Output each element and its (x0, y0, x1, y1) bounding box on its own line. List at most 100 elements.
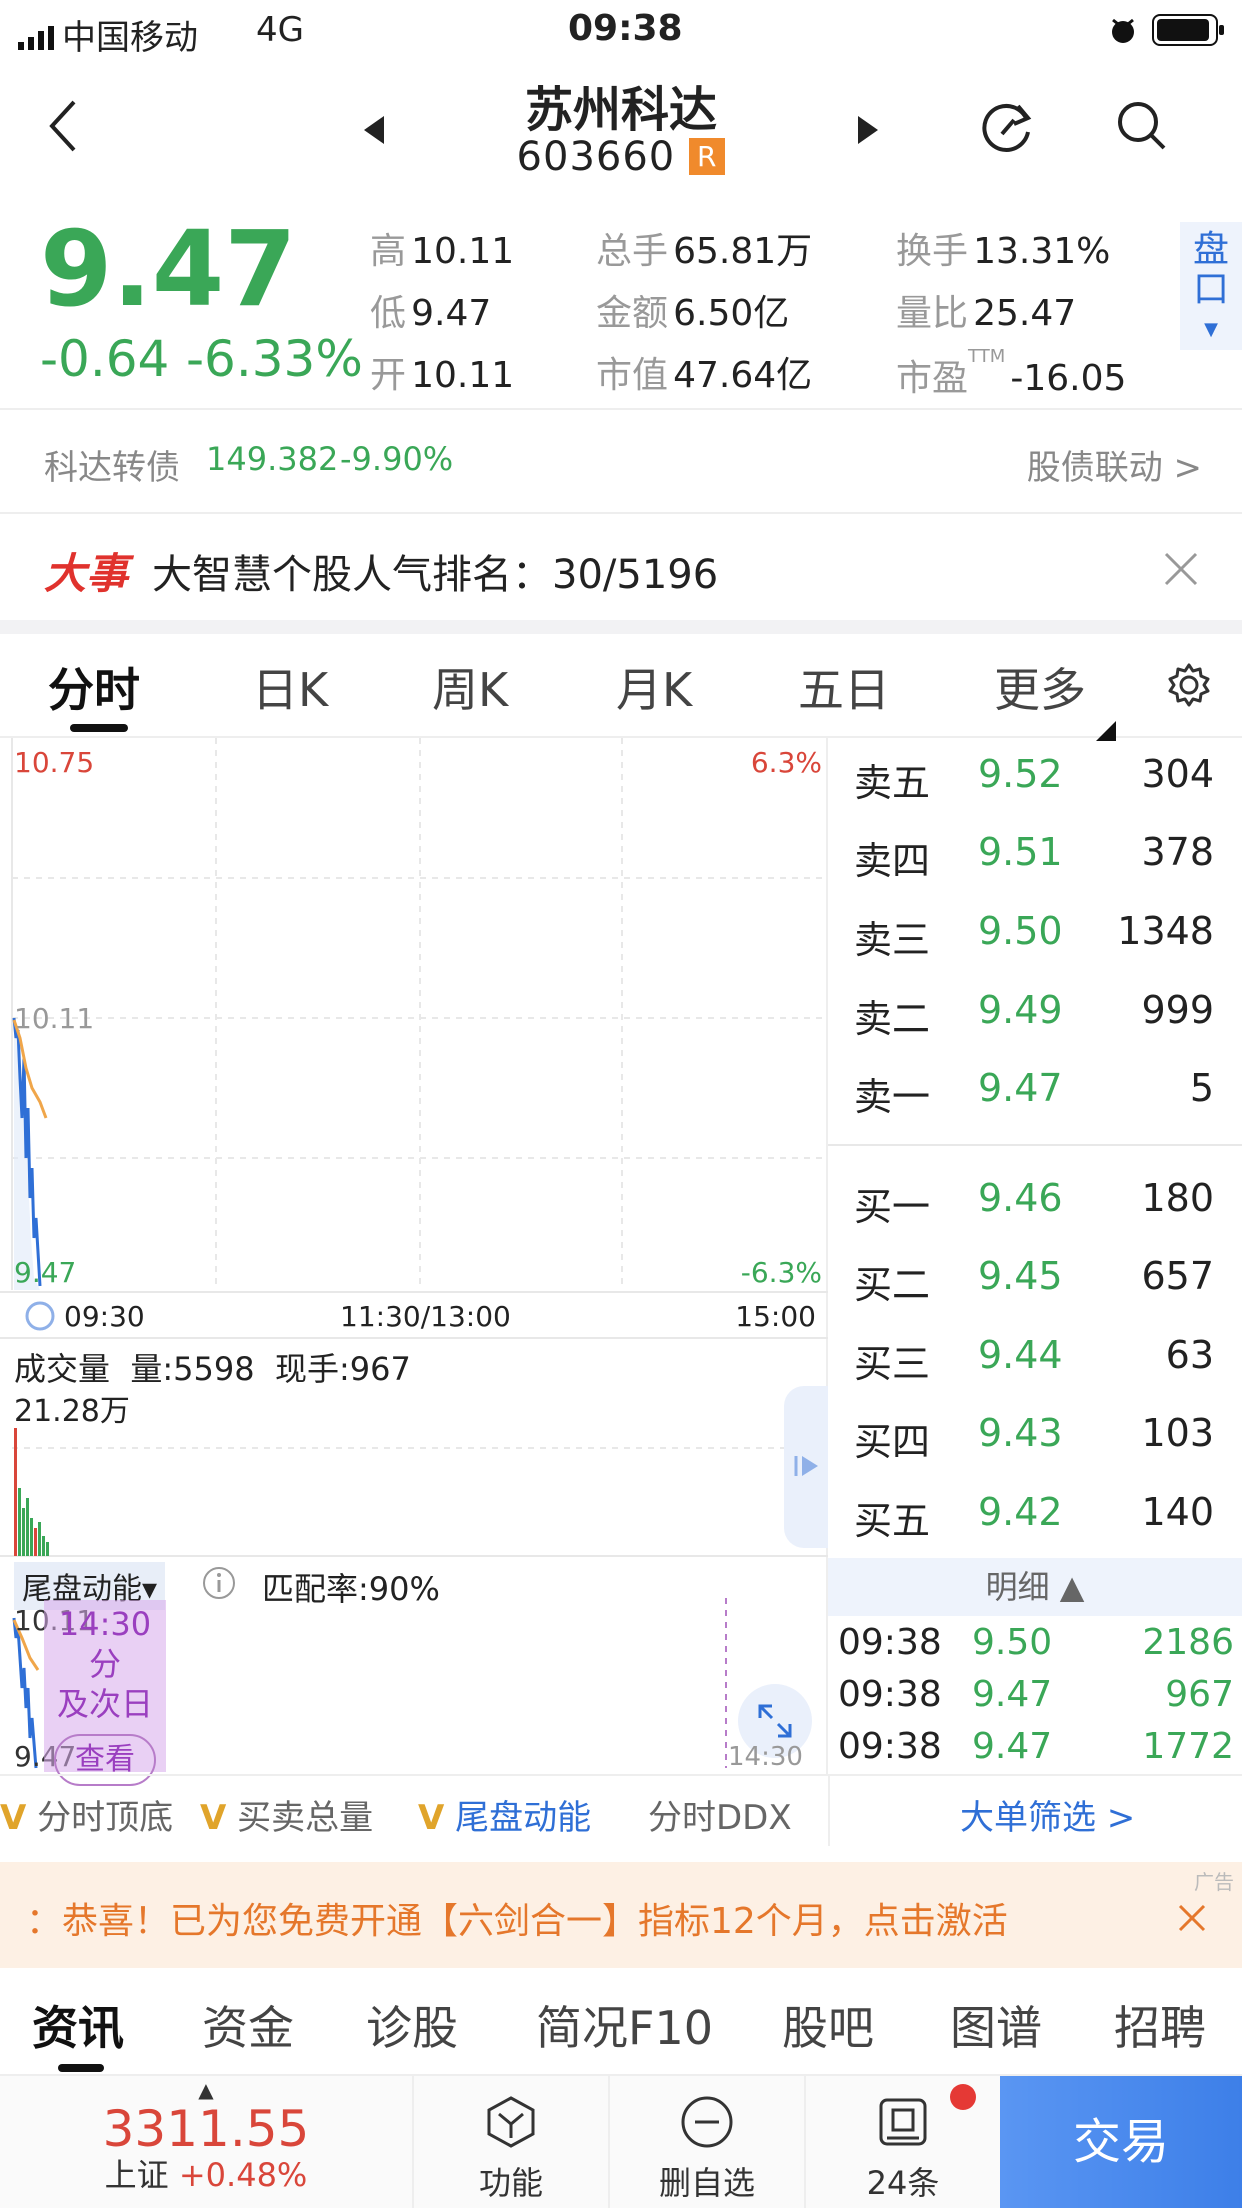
notification-dot (950, 2084, 976, 2110)
tab-monthly-k[interactable]: 月K (616, 654, 692, 720)
time-circle-icon (24, 1300, 56, 1336)
info-icon[interactable] (202, 1566, 236, 1604)
bid-row: 买五 9.42 140 (854, 1490, 1214, 1543)
function-button[interactable]: 功能 (412, 2076, 608, 2208)
volume-bars (14, 1428, 49, 1556)
chart-tabs: 分时 日K 周K 月K 五日 更多 (0, 634, 1242, 741)
ad-text: ：恭喜！已为您免费开通【六剑合一】指标12个月，点击激活 (26, 1901, 1008, 1942)
stat-turnover: 换手 13.31% (896, 231, 1111, 272)
trade-button[interactable]: 交易 (1000, 2076, 1242, 2208)
active-tab-indicator (70, 724, 128, 732)
bond-link[interactable]: 股债联动 > (1027, 440, 1202, 489)
trade-detail-row: 09:38 9.47 967 (838, 1674, 1234, 1715)
big-order-filter-link[interactable]: 大单筛选 > (960, 1790, 1135, 1839)
stat-open: 开 10.11 (370, 355, 515, 396)
network-type: 4G (256, 10, 304, 50)
match-rate: 匹配率:90% (262, 1570, 440, 1608)
trade-detail-row: 09:38 9.47 1772 (838, 1726, 1234, 1767)
tab-diagnose[interactable]: 诊股 (366, 1992, 458, 2058)
close-ad-icon[interactable] (1178, 1900, 1206, 1941)
promo-overlay[interactable]: 14:30分 及次日 查看 (44, 1600, 166, 1786)
alarm-icon (1108, 14, 1138, 55)
stock-code: 603660 (516, 134, 676, 180)
x-label-noon: 11:30/13:00 (340, 1300, 511, 1333)
tab-weekly-k[interactable]: 周K (432, 654, 508, 720)
index-change: +0.48% (178, 2156, 308, 2194)
carrier: 中国移动 (62, 18, 198, 58)
settings-gear-icon[interactable] (1166, 662, 1212, 719)
function-icon (487, 2096, 535, 2148)
tab-forum[interactable]: 股吧 (782, 1992, 874, 2058)
tab-five-day[interactable]: 五日 (798, 654, 890, 720)
tab-more[interactable]: 更多 (994, 654, 1086, 720)
pct-axis-bot: -6.3% (740, 1256, 822, 1289)
volume-label: 成交量 (14, 1350, 111, 1388)
tab-funds[interactable]: 资金 (202, 1992, 294, 2058)
message-box-icon (879, 2098, 927, 2146)
rzrq-badge: R (688, 138, 726, 175)
ask-row: 卖三 9.50 1348 (854, 909, 1214, 962)
clock: 09:38 (568, 8, 683, 49)
bid-row: 买一 9.46 180 (854, 1176, 1214, 1229)
stat-volume-ratio: 量比 25.47 (896, 293, 1077, 334)
trade-label: 交易 (1072, 2114, 1169, 2170)
pct-axis-top: 6.3% (750, 746, 822, 779)
tab-intraday[interactable]: 分时 (48, 654, 140, 720)
search-icon[interactable] (1116, 100, 1168, 156)
intraday-chart[interactable]: 10.75 10.11 9.47 6.3% -6.3% 09:30 11:30/… (0, 738, 828, 1786)
promo-ad-banner[interactable]: ：恭喜！已为您免费开通【六剑合一】指标12个月，点击激活 广告 (0, 1862, 1242, 1968)
stock-name: 苏州科达 (524, 82, 717, 138)
event-banner[interactable]: 大事 大智慧个股人气排名：30/5196 (0, 514, 1242, 620)
tab-jobs[interactable]: 招聘 (1114, 1992, 1206, 2058)
bid-row: 买三 9.44 63 (854, 1333, 1214, 1386)
ask-row: 卖四 9.51 378 (854, 830, 1214, 883)
stat-pe: 市盈TTM -16.05 (896, 346, 1127, 399)
indicator-tab-ddx[interactable]: 分时DDX (648, 1790, 792, 1839)
status-bar: 中国移动 4G 09:38 (0, 0, 1242, 62)
tab-f10[interactable]: 简况F10 (536, 1992, 713, 2058)
function-label: 功能 (478, 2164, 543, 2202)
bond-name: 科达转债 (44, 448, 180, 488)
y-axis-top: 10.75 (14, 746, 95, 779)
minus-circle-icon (681, 2096, 733, 2148)
indicator-tab-total-volume[interactable]: V 买卖总量 (200, 1790, 373, 1839)
bid-row: 买二 9.45 657 (854, 1254, 1214, 1307)
event-tag: 大事 (44, 549, 129, 598)
indicator-tab-top-bottom[interactable]: V 分时顶底 (0, 1790, 173, 1839)
last-price: 9.47 (40, 208, 297, 330)
big-order-panel: 大单筛选 > (828, 1774, 1242, 1846)
volume-header: 成交量 量:5598 现手:967 (14, 1344, 411, 1390)
tab-graph[interactable]: 图谱 (950, 1992, 1042, 2058)
stat-amount: 金额 6.50亿 (596, 293, 790, 334)
tab-daily-k[interactable]: 日K (252, 654, 328, 720)
indicator-tab-tail-momentum[interactable]: V 尾盘动能 (418, 1790, 591, 1839)
promo-line1: 14:30分 (58, 1605, 152, 1683)
book-divider (828, 1144, 1242, 1146)
x-label-close: 15:00 (735, 1300, 816, 1333)
price-change: -0.64 (40, 330, 170, 388)
indicator-time: 14:30 (728, 1742, 803, 1772)
expand-panel-handle[interactable] (784, 1386, 828, 1548)
order-book: 卖五 9.52 304 卖四 9.51 378 卖三 9.50 1348 卖二 9.49 999… (828, 738, 1242, 1774)
pankou-toggle[interactable]: 盘口 ▼ (1180, 222, 1242, 350)
next-stock-icon[interactable] (856, 114, 880, 150)
close-icon[interactable] (1164, 550, 1198, 596)
bond-row[interactable]: 科达转债 149.382 -9.90% 股债联动 > (0, 410, 1242, 514)
signal-icon (18, 18, 54, 50)
index-ticker[interactable]: ▲ 3311.55 上证 +0.48% (0, 2076, 412, 2208)
trade-detail-row: 09:38 9.50 2186 (838, 1622, 1234, 1663)
messages-button[interactable]: 24条 (804, 2076, 1000, 2208)
y-axis-mid: 10.11 (14, 1002, 95, 1035)
battery-icon (1152, 14, 1226, 55)
remove-watchlist-button[interactable]: 删自选 (608, 2076, 804, 2208)
bond-price: 149.382 (206, 440, 339, 478)
refresh-icon[interactable] (980, 98, 1036, 158)
ask-row: 卖二 9.49 999 (854, 988, 1214, 1041)
divider (0, 620, 1242, 634)
y-axis-bot: 9.47 (14, 1256, 77, 1289)
detail-toggle[interactable]: 明细 ▲ (828, 1558, 1242, 1616)
tab-news[interactable]: 资讯 (32, 1992, 124, 2058)
indicator-tabs: V 分时顶底 V 买卖总量 V 尾盘动能 分时DDX (0, 1774, 828, 1846)
volume-text: 量:5598 (130, 1350, 255, 1388)
pankou-label: 盘口 (1192, 229, 1229, 310)
